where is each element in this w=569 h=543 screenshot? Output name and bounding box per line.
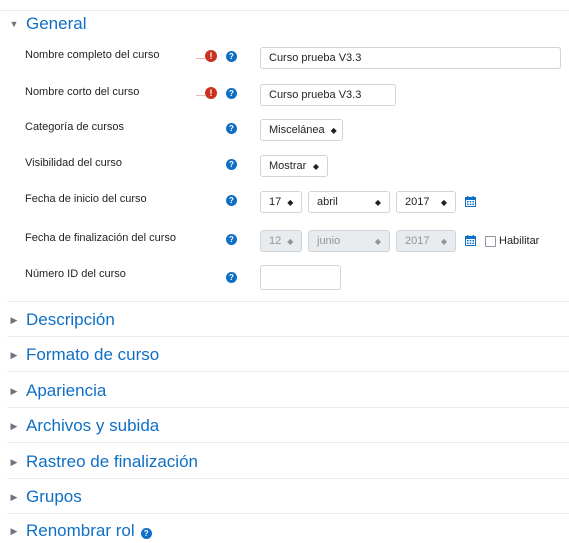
select-caret-icon: ◆ bbox=[287, 197, 294, 207]
required-icon: ! bbox=[196, 87, 217, 99]
select-caret-icon: ◆ bbox=[374, 197, 381, 207]
calendar-icon[interactable] bbox=[465, 196, 476, 207]
enddate-day-value: 12 bbox=[269, 235, 282, 247]
section-apariencia-toggle[interactable]: ▶ Apariencia bbox=[0, 379, 107, 403]
visibility-select-value: Mostrar bbox=[269, 160, 307, 172]
visibility-select[interactable]: Mostrar ◆ bbox=[260, 155, 328, 177]
help-icon[interactable]: ? bbox=[226, 272, 237, 283]
section-general-title: General bbox=[26, 14, 87, 33]
category-select[interactable]: Miscelánea ◆ bbox=[260, 119, 343, 141]
category-select-value: Miscelánea bbox=[269, 124, 325, 136]
enddate-month-select[interactable]: junio ◆ bbox=[308, 230, 390, 252]
calendar-icon[interactable] bbox=[465, 235, 476, 246]
section-formato-toggle[interactable]: ▶ Formato de curso bbox=[0, 343, 160, 367]
select-caret-icon: ◆ bbox=[330, 125, 337, 135]
help-icon[interactable]: ? bbox=[226, 159, 237, 170]
fullname-input[interactable] bbox=[260, 47, 561, 69]
triangle-right-icon: ▶ bbox=[10, 456, 18, 467]
triangle-right-icon: ▶ bbox=[10, 314, 18, 325]
section-rastreo-title: Rastreo de finalización bbox=[26, 452, 198, 471]
startdate-label: Fecha de inicio del curso bbox=[25, 193, 147, 205]
help-icon[interactable]: ? bbox=[226, 123, 237, 134]
section-renombrar-title: Renombrar rol bbox=[26, 521, 135, 540]
required-icon: ! bbox=[196, 50, 217, 62]
select-caret-icon: ◆ bbox=[440, 197, 447, 207]
enddate-enable-label[interactable]: Habilitar bbox=[499, 235, 539, 247]
category-label: Categoría de cursos bbox=[25, 121, 125, 133]
enddate-enable-checkbox[interactable] bbox=[485, 236, 496, 247]
section-divider bbox=[7, 407, 569, 408]
startdate-year-select[interactable]: 2017 ◆ bbox=[396, 191, 456, 213]
startdate-year-value: 2017 bbox=[405, 196, 430, 208]
triangle-right-icon: ▶ bbox=[10, 385, 18, 396]
fullname-label: Nombre completo del curso bbox=[25, 49, 160, 61]
section-descripcion-title: Descripción bbox=[26, 310, 115, 329]
shortname-label: Nombre corto del curso bbox=[25, 86, 140, 98]
select-caret-icon: ◆ bbox=[287, 236, 294, 246]
triangle-right-icon: ▶ bbox=[10, 420, 18, 431]
startdate-month-value: abril bbox=[317, 196, 338, 208]
triangle-right-icon: ▶ bbox=[10, 349, 18, 360]
help-icon[interactable]: ? bbox=[226, 234, 237, 245]
section-descripcion-toggle[interactable]: ▶ Descripción bbox=[0, 308, 115, 332]
section-grupos-title: Grupos bbox=[26, 487, 82, 506]
section-formato-title: Formato de curso bbox=[26, 345, 160, 364]
enddate-month-value: junio bbox=[317, 235, 341, 247]
idnumber-label: Número ID del curso bbox=[25, 268, 126, 280]
section-general-toggle[interactable]: ▼ General bbox=[0, 12, 87, 36]
section-divider bbox=[7, 336, 569, 337]
section-rastreo-toggle[interactable]: ▶ Rastreo de finalización bbox=[0, 450, 198, 474]
enddate-label: Fecha de finalización del curso bbox=[25, 232, 177, 244]
visibility-label: Visibilidad del curso bbox=[25, 157, 123, 169]
startdate-day-value: 17 bbox=[269, 196, 282, 208]
help-icon[interactable]: ? bbox=[140, 527, 152, 539]
section-apariencia-title: Apariencia bbox=[26, 381, 107, 400]
enddate-day-select[interactable]: 12 ◆ bbox=[260, 230, 302, 252]
help-icon[interactable]: ? bbox=[226, 51, 237, 62]
shortname-input[interactable] bbox=[260, 84, 396, 106]
enddate-year-select[interactable]: 2017 ◆ bbox=[396, 230, 456, 252]
section-divider bbox=[7, 371, 569, 372]
triangle-right-icon: ▶ bbox=[10, 491, 18, 502]
select-caret-icon: ◆ bbox=[374, 236, 381, 246]
section-archivos-toggle[interactable]: ▶ Archivos y subida bbox=[0, 414, 160, 438]
startdate-day-select[interactable]: 17 ◆ bbox=[260, 191, 302, 213]
triangle-down-icon: ▼ bbox=[9, 19, 19, 29]
section-grupos-toggle[interactable]: ▶ Grupos bbox=[0, 485, 82, 509]
startdate-month-select[interactable]: abril ◆ bbox=[308, 191, 390, 213]
select-caret-icon: ◆ bbox=[440, 236, 447, 246]
section-archivos-title: Archivos y subida bbox=[26, 416, 160, 435]
section-divider bbox=[7, 478, 569, 479]
section-divider bbox=[7, 301, 569, 302]
help-icon[interactable]: ? bbox=[226, 88, 237, 99]
section-divider bbox=[7, 442, 569, 443]
idnumber-input[interactable] bbox=[260, 265, 341, 290]
section-renombrar-toggle[interactable]: ▶ Renombrar rol ? bbox=[0, 519, 152, 543]
section-divider bbox=[7, 513, 569, 514]
top-divider bbox=[0, 10, 569, 11]
help-icon[interactable]: ? bbox=[226, 195, 237, 206]
triangle-right-icon: ▶ bbox=[10, 525, 18, 536]
enddate-year-value: 2017 bbox=[405, 235, 430, 247]
select-caret-icon: ◆ bbox=[312, 161, 319, 171]
